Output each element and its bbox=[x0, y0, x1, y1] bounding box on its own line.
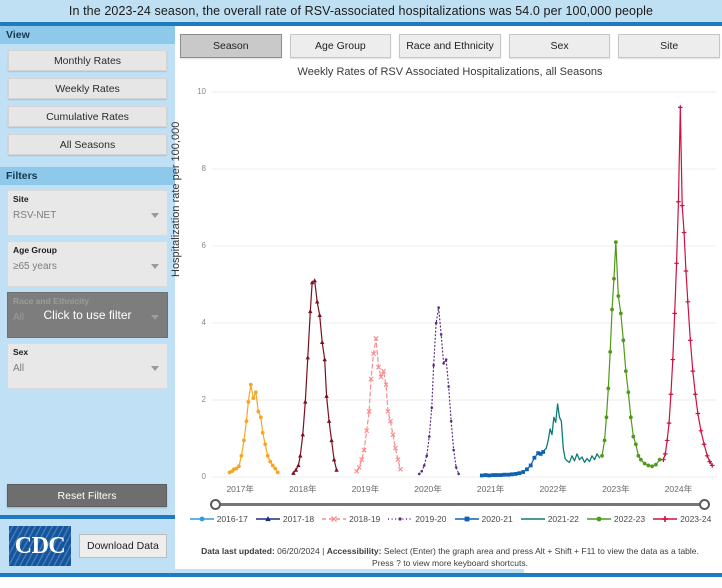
legend-label: 2019-20 bbox=[415, 514, 447, 524]
view-button-monthly-rates[interactable]: Monthly Rates bbox=[8, 50, 167, 71]
legend-swatch bbox=[586, 516, 611, 522]
legend-item-2023-24[interactable]: 2023-24 bbox=[652, 514, 711, 524]
view-button-cumulative-rates[interactable]: Cumulative Rates bbox=[8, 106, 167, 127]
footer-updated-value: 06/20/2024 bbox=[277, 546, 320, 556]
legend-item-2022-23[interactable]: 2022-23 bbox=[586, 514, 645, 524]
legend-swatch bbox=[454, 516, 479, 522]
legend-item-2018-19[interactable]: 2018-19 bbox=[321, 514, 380, 524]
filter-age-group-value: ≥65 years bbox=[13, 261, 57, 272]
footer-accessibility-text: Select (Enter) the graph area and press … bbox=[383, 546, 699, 556]
footer-updated-label: Data last updated: bbox=[201, 546, 275, 556]
filter-race-and-ethnicity[interactable]: Race and Ethnicity All Click to use filt… bbox=[7, 292, 168, 338]
legend-label: 2021-22 bbox=[547, 514, 579, 524]
slider-handle-left[interactable] bbox=[210, 499, 221, 510]
series-line-2017-18 bbox=[292, 280, 338, 474]
filter-sex-label: Sex bbox=[13, 347, 29, 357]
slider-track[interactable] bbox=[216, 503, 704, 506]
tab-bar: Season Age Group Race and Ethnicity Sex … bbox=[180, 34, 720, 58]
chevron-down-icon[interactable] bbox=[151, 366, 160, 371]
x-tick-label: 2023年 bbox=[602, 484, 630, 494]
series-line-2021-22 bbox=[543, 403, 601, 464]
legend-item-2019-20[interactable]: 2019-20 bbox=[387, 514, 447, 524]
x-tick-label: 2024年 bbox=[664, 484, 693, 494]
y-tick-label: 6 bbox=[201, 241, 206, 250]
filter-sex-value: All bbox=[13, 363, 25, 374]
cdc-logo-text: CDC bbox=[14, 532, 66, 559]
chevron-down-icon[interactable] bbox=[151, 213, 160, 218]
sidebar: View Monthly Rates Weekly Rates Cumulati… bbox=[0, 26, 175, 573]
legend-item-2021-22[interactable]: 2021-22 bbox=[520, 514, 579, 524]
x-tick-label: 2021年 bbox=[476, 484, 505, 494]
chevron-down-icon[interactable] bbox=[151, 264, 160, 269]
legend-swatch bbox=[189, 516, 214, 522]
legend-item-2016-17[interactable]: 2016-17 bbox=[189, 514, 248, 524]
filter-site-value: RSV-NET bbox=[13, 210, 57, 221]
legend-label: 2023-24 bbox=[680, 514, 712, 524]
view-button-all-seasons[interactable]: All Seasons bbox=[8, 134, 167, 155]
line-chart-svg[interactable] bbox=[178, 62, 722, 512]
filters-section-header: Filters bbox=[0, 167, 175, 185]
legend-label: 2020-21 bbox=[481, 514, 513, 524]
legend-label: 2017-18 bbox=[282, 514, 315, 524]
header-banner: In the 2023-24 season, the overall rate … bbox=[0, 0, 722, 22]
tab-sex[interactable]: Sex bbox=[508, 34, 611, 58]
legend-item-2017-18[interactable]: 2017-18 bbox=[255, 514, 314, 524]
footer-accessibility-label: Accessibility: bbox=[326, 546, 382, 556]
tab-age-group[interactable]: Age Group bbox=[289, 34, 392, 58]
y-tick-label: 0 bbox=[201, 472, 206, 481]
tab-site[interactable]: Site bbox=[618, 34, 720, 58]
sidebar-divider bbox=[0, 515, 175, 519]
reset-filters-button[interactable]: Reset Filters bbox=[7, 484, 167, 507]
footer-shortcut-text: Press ? to view more keyboard shortcuts. bbox=[372, 558, 528, 569]
legend-swatch bbox=[520, 518, 545, 520]
x-tick-label: 2017年 bbox=[226, 484, 254, 494]
chart-panel: Weekly Rates of RSV Associated Hospitali… bbox=[170, 62, 722, 512]
y-tick-label: 4 bbox=[201, 318, 206, 327]
legend-label: 2022-23 bbox=[613, 514, 646, 524]
legend-swatch bbox=[322, 515, 347, 523]
legend-swatch bbox=[388, 517, 413, 521]
sidebar-footer: CDC Download Data bbox=[9, 526, 167, 566]
chart-legend: 2016-17 2017-18 2018-19 2019-20 2020-21 2021-… bbox=[178, 512, 722, 526]
x-tick-label: 2022年 bbox=[539, 484, 567, 494]
banner-title: In the 2023-24 season, the overall rate … bbox=[68, 4, 654, 18]
filter-age-group-label: Age Group bbox=[13, 245, 57, 255]
x-tick-label: 2018年 bbox=[289, 484, 317, 494]
filters-title: Filters bbox=[6, 170, 38, 182]
series-line-2023-24 bbox=[662, 106, 713, 467]
footer-separator: | bbox=[322, 546, 325, 556]
tab-race-and-ethnicity[interactable]: Race and Ethnicity bbox=[399, 34, 501, 58]
footer-divider bbox=[0, 573, 722, 577]
series-line-2020-21 bbox=[481, 451, 544, 477]
slider-handle-right[interactable] bbox=[699, 499, 710, 510]
filter-sex[interactable]: Sex All bbox=[7, 343, 168, 389]
legend-label: 2018-19 bbox=[349, 514, 381, 524]
y-tick-label: 10 bbox=[197, 87, 206, 96]
view-section-header: View bbox=[0, 26, 175, 44]
legend-swatch bbox=[653, 516, 678, 522]
download-data-button[interactable]: Download Data bbox=[79, 534, 167, 558]
x-tick-label: 2019年 bbox=[351, 484, 380, 494]
filter-site-label: Site bbox=[13, 194, 29, 204]
date-range-slider[interactable] bbox=[210, 499, 710, 511]
footer-note: Data last updated: 06/20/2024 | Accessib… bbox=[178, 545, 722, 570]
tab-season[interactable]: Season bbox=[180, 34, 282, 58]
series-line-2019-20 bbox=[418, 307, 460, 475]
series-line-2022-23 bbox=[601, 241, 661, 467]
y-tick-label: 2 bbox=[201, 395, 206, 404]
view-buttons: Monthly Rates Weekly Rates Cumulative Ra… bbox=[0, 44, 175, 159]
view-button-weekly-rates[interactable]: Weekly Rates bbox=[8, 78, 167, 99]
reset-filters-wrap: Reset Filters bbox=[7, 484, 167, 507]
filter-age-group[interactable]: Age Group ≥65 years bbox=[7, 241, 168, 287]
legend-item-2020-21[interactable]: 2020-21 bbox=[454, 514, 513, 524]
view-title: View bbox=[6, 29, 30, 41]
x-tick-label: 2020年 bbox=[414, 484, 442, 494]
filter-overlay-message: Click to use filter bbox=[43, 308, 132, 322]
y-tick-label: 8 bbox=[201, 164, 206, 173]
cdc-logo: CDC bbox=[9, 526, 71, 566]
filter-site[interactable]: Site RSV-NET bbox=[7, 190, 168, 236]
legend-swatch bbox=[255, 516, 280, 522]
legend-label: 2016-17 bbox=[216, 514, 248, 524]
